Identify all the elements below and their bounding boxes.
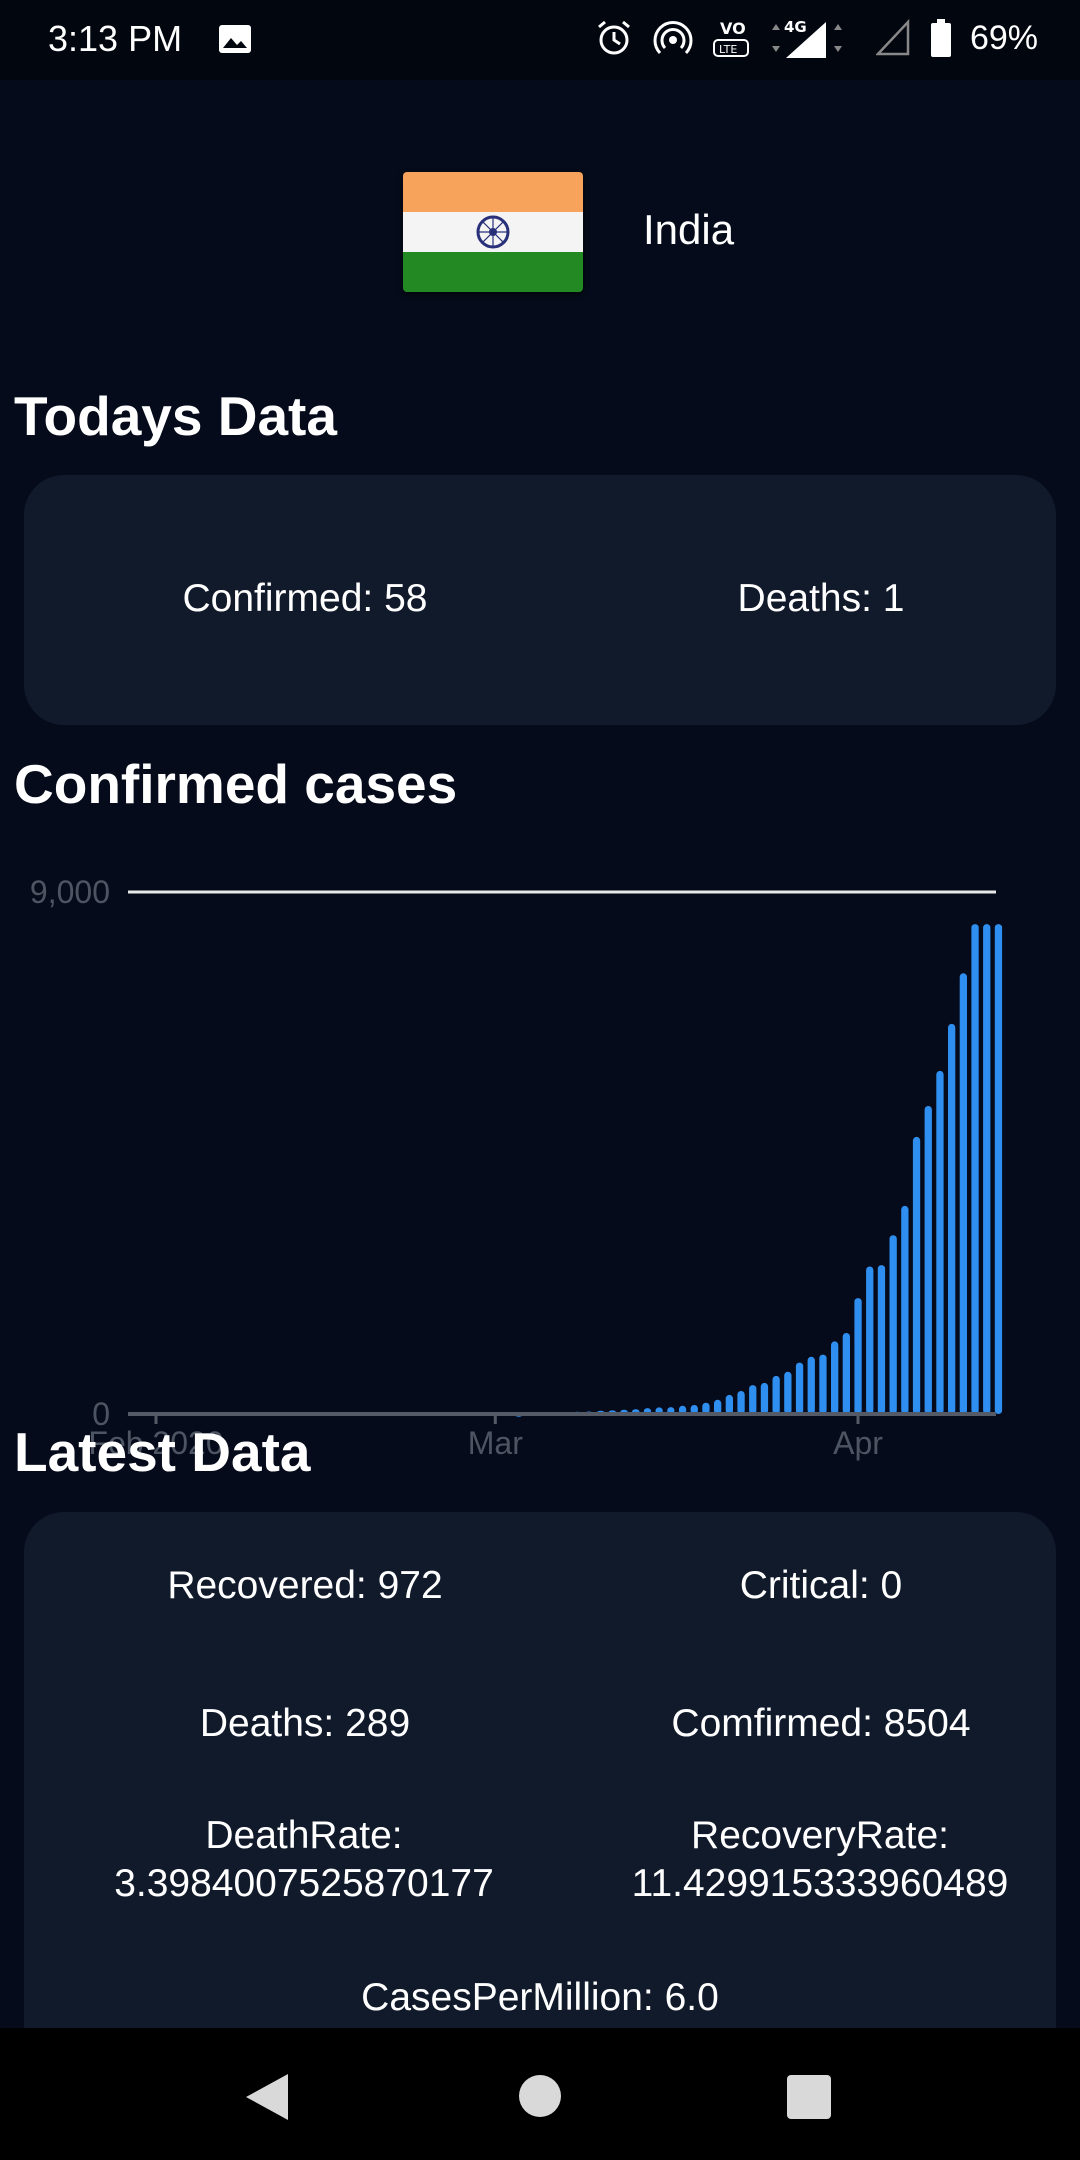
chart-bar — [924, 1106, 932, 1414]
recovery-rate-value: 11.429915333960489 — [631, 1862, 1009, 1905]
chart-bar — [760, 1382, 769, 1414]
latest-cases-per-million: CasesPerMillion: 6.0 — [361, 1976, 719, 2019]
chart-bar — [819, 1354, 827, 1414]
chart-bar — [714, 1399, 722, 1414]
chart-bar — [889, 1235, 897, 1414]
status-icons: VO LTE 4G 69% — [594, 16, 1038, 60]
x-tick-label: Apr — [833, 1425, 883, 1461]
chart-bar — [725, 1394, 733, 1414]
svg-text:LTE: LTE — [719, 43, 737, 56]
today-confirmed: Confirmed: 58 — [182, 577, 428, 620]
confirmed-cases-title: Confirmed cases — [14, 753, 458, 815]
chart-bar — [877, 1265, 886, 1414]
chart-bar — [842, 1333, 850, 1414]
battery-level: 69% — [969, 18, 1038, 57]
signal-empty-icon — [875, 18, 910, 56]
flag-band-saffron — [403, 172, 583, 212]
death-rate-label: DeathRate: — [205, 1814, 403, 1857]
chart-bar — [994, 924, 1003, 1414]
chart-bars — [515, 924, 1003, 1417]
chart-bar — [772, 1375, 780, 1414]
y-tick-max: 9,000 — [30, 874, 110, 910]
hotspot-icon — [653, 21, 693, 55]
signal-icon: 4G — [771, 18, 842, 58]
svg-text:4G: 4G — [784, 18, 807, 36]
latest-recovery-rate: RecoveryRate: 11.429915333960489 — [580, 1812, 1060, 1908]
india-flag — [403, 172, 583, 292]
home-icon[interactable] — [518, 2074, 562, 2118]
today-deaths: Deaths: 1 — [737, 577, 905, 620]
battery-icon — [930, 19, 951, 57]
chart-bar — [831, 1341, 839, 1414]
death-rate-value: 3.3984007525870177 — [114, 1862, 494, 1905]
chart-bar — [971, 924, 979, 1414]
chart-bar — [854, 1298, 862, 1414]
volte-icon: VO LTE — [712, 19, 749, 57]
chart-bar — [912, 1136, 921, 1414]
x-tick-label: Mar — [468, 1425, 523, 1461]
chart-bar — [784, 1371, 792, 1414]
chart-bar — [936, 1070, 944, 1414]
latest-data-title: Latest Data — [14, 1421, 311, 1483]
latest-confirmed: Comfirmed: 8504 — [671, 1702, 971, 1745]
chart-bar — [983, 924, 991, 1414]
confirmed-cases-chart: 9,000 0 Feb 2020 Mar Apr — [0, 850, 1080, 1490]
chart-bar — [948, 1023, 956, 1414]
svg-text:VO: VO — [720, 19, 746, 38]
status-bar: 3:13 PM VO LTE 4G 69% — [0, 0, 1080, 80]
chart-svg: 9,000 0 Feb 2020 Mar Apr — [30, 874, 1003, 1461]
chart-bar — [807, 1356, 815, 1414]
chart-bar — [901, 1205, 909, 1414]
chart-bar — [866, 1266, 874, 1414]
latest-data-card: Recovered: 972 Critical: 0 Deaths: 289 C… — [24, 1512, 1056, 2072]
navigation-bar — [0, 2028, 1080, 2160]
chart-bar — [737, 1391, 745, 1414]
status-time: 3:13 PM — [48, 18, 183, 59]
gallery-icon — [219, 25, 251, 53]
country-name: India — [643, 206, 735, 253]
app-content: India Todays Data Confirmed: 58 Deaths: … — [0, 80, 1080, 2072]
recents-icon[interactable] — [786, 2074, 832, 2120]
chart-bar — [959, 973, 967, 1414]
latest-death-rate: DeathRate: 3.3984007525870177 — [64, 1812, 544, 1908]
latest-critical: Critical: 0 — [739, 1564, 903, 1607]
back-icon[interactable] — [244, 2072, 290, 2122]
flag-band-green — [403, 252, 583, 292]
recovery-rate-label: RecoveryRate: — [691, 1814, 949, 1857]
alarm-icon — [597, 20, 630, 55]
ashoka-chakra-icon — [476, 215, 510, 249]
chart-bar — [795, 1362, 804, 1414]
todays-data-title: Todays Data — [14, 385, 337, 447]
chart-bar — [749, 1385, 757, 1414]
latest-recovered: Recovered: 972 — [167, 1564, 443, 1607]
latest-deaths: Deaths: 289 — [199, 1702, 411, 1745]
flag-band-white — [403, 212, 583, 252]
todays-data-card: Confirmed: 58 Deaths: 1 — [24, 475, 1056, 725]
